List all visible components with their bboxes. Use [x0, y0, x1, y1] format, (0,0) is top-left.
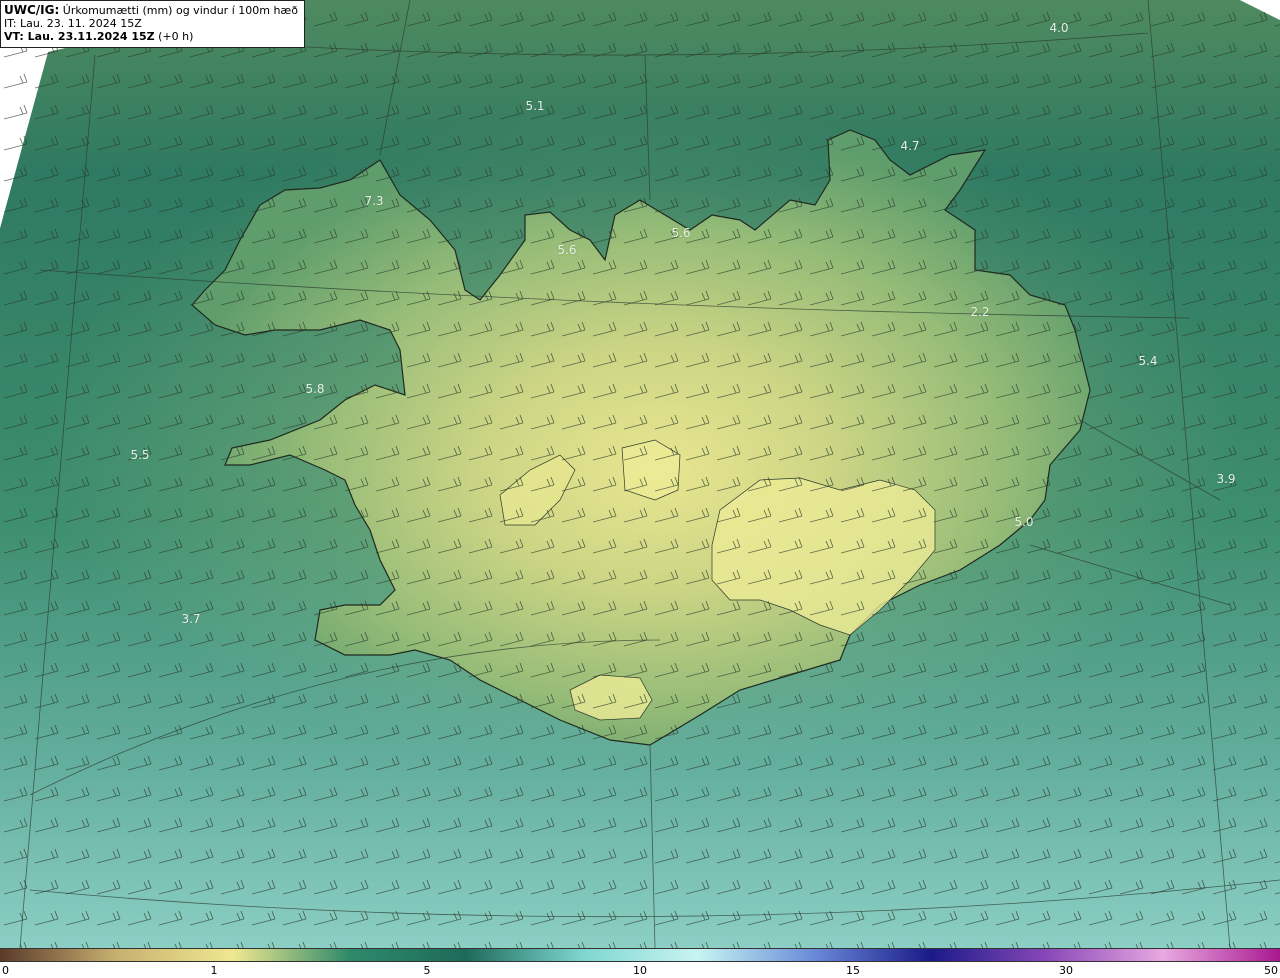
- map-value-label: 5.8: [305, 382, 325, 396]
- colorbar-tick: 30: [1059, 964, 1073, 977]
- map-value-label: 5.4: [1138, 354, 1158, 368]
- map-value-label: 3.7: [181, 612, 201, 626]
- map-value-label: 5.6: [671, 226, 691, 240]
- map-value-label: 4.0: [1049, 21, 1069, 35]
- map-title: Úrkomumætti (mm) og vindur í 100m hæð: [62, 4, 298, 17]
- valid-time: VT: Lau. 23.11.2024 15Z: [4, 30, 155, 43]
- model-name: UWC/IG:: [4, 3, 60, 17]
- map-value-label: 5.0: [1014, 515, 1034, 529]
- map-value-label: 3.9: [1216, 472, 1236, 486]
- map-value-label: 7.3: [364, 194, 384, 208]
- colorbar-tick: 1: [210, 964, 218, 977]
- valid-offset: (+0 h): [158, 30, 194, 43]
- forecast-map: [0, 0, 1280, 948]
- colorbar-tick: 50: [1264, 964, 1278, 977]
- wind-barbs: [0, 0, 1280, 948]
- map-value-label: 5.5: [130, 448, 150, 462]
- map-value-label: 2.2: [970, 305, 990, 319]
- init-time: IT: Lau. 23. 11. 2024 15Z: [4, 17, 142, 30]
- precip-colorbar: [0, 948, 1280, 962]
- colorbar-tick: 15: [846, 964, 860, 977]
- map-value-label: 4.7: [900, 139, 920, 153]
- map-value-label: 5.1: [525, 99, 545, 113]
- colorbar-tick: 5: [423, 964, 431, 977]
- forecast-info-box: UWC/IG: Úrkomumætti (mm) og vindur í 100…: [0, 0, 305, 48]
- map-value-label: 5.6: [557, 243, 577, 257]
- colorbar-tick: 10: [633, 964, 647, 977]
- colorbar-tick: 0: [2, 964, 9, 977]
